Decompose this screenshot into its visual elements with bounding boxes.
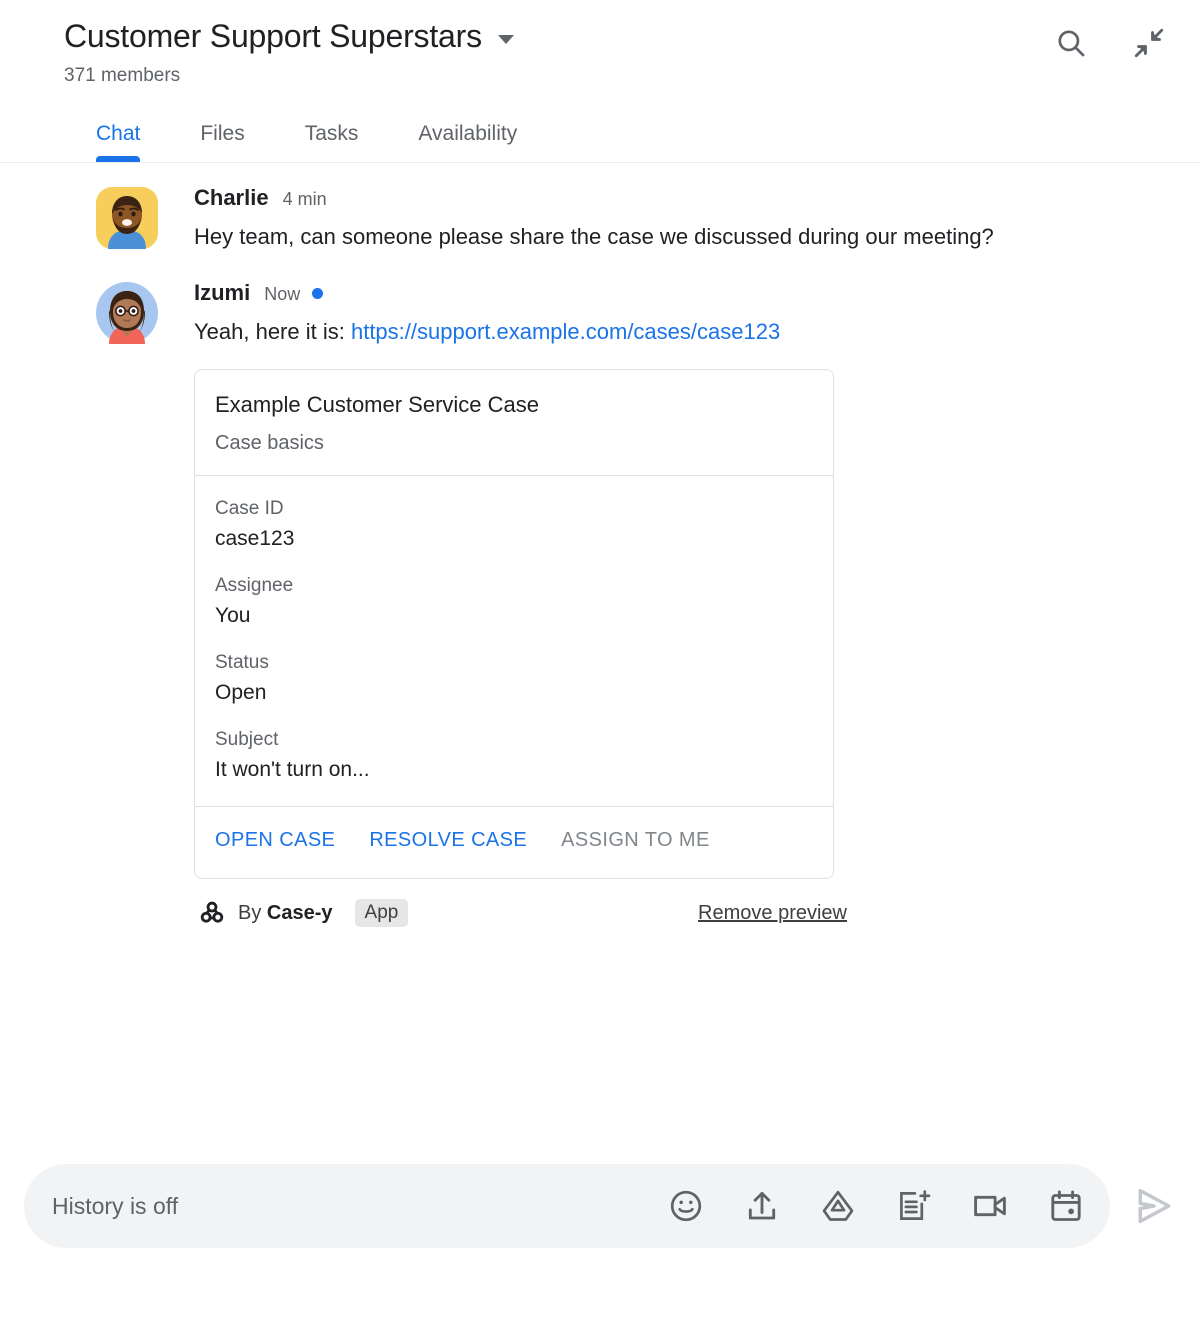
webhook-app-icon — [200, 902, 224, 924]
upload-icon[interactable] — [744, 1188, 780, 1224]
tab-availability[interactable]: Availability — [418, 122, 517, 162]
chevron-down-icon[interactable] — [497, 35, 514, 44]
message-item: Izumi Now Yeah, here it is: https://supp… — [0, 280, 1176, 928]
field-label: Subject — [215, 729, 279, 751]
attribution-text: By Case-y — [238, 902, 333, 925]
attribution-by-label: By — [238, 901, 262, 924]
field-value: You — [215, 604, 251, 628]
header-actions — [1054, 26, 1166, 60]
field-value: It won't turn on... — [215, 758, 370, 782]
chat-header: Customer Support Superstars 371 members — [0, 0, 1200, 87]
google-drive-icon[interactable] — [820, 1188, 856, 1224]
message-text: Hey team, can someone please share the c… — [194, 224, 994, 249]
emoji-icon[interactable] — [668, 1188, 704, 1224]
tab-chat[interactable]: Chat — [96, 122, 141, 162]
new-document-icon[interactable] — [896, 1188, 932, 1224]
card-subtitle: Case basics — [215, 432, 324, 455]
field-label: Assignee — [215, 575, 294, 597]
video-call-icon[interactable] — [972, 1188, 1008, 1224]
field-label: Status — [215, 652, 269, 674]
avatar[interactable] — [96, 187, 158, 249]
message-meta: Izumi Now — [194, 280, 1176, 306]
message-meta: Charlie 4 min — [194, 185, 1176, 211]
field-status: Status Open — [215, 652, 813, 705]
unread-dot — [312, 287, 324, 299]
card-body: Case ID case123 Assignee You Status Open… — [195, 476, 833, 808]
message-timestamp: Now — [264, 284, 301, 305]
field-subject: Subject It won't turn on... — [215, 729, 813, 782]
message-body: Izumi Now Yeah, here it is: https://supp… — [194, 280, 1176, 928]
member-count: 371 members — [64, 65, 181, 86]
case-preview-card: Example Customer Service Case Case basic… — [194, 369, 834, 880]
message-body: Charlie 4 min Hey team, can someone plea… — [194, 185, 1176, 252]
message-text-prefix: Yeah, here it is: — [194, 319, 351, 345]
compose-icons — [668, 1188, 1084, 1224]
card-title: Example Customer Service Case — [215, 392, 540, 418]
card-header: Example Customer Service Case Case basic… — [195, 370, 833, 477]
title-row: Customer Support Superstars — [64, 18, 1176, 55]
card-actions: OPEN CASE RESOLVE CASE ASSIGN TO ME — [195, 807, 833, 878]
tab-tasks[interactable]: Tasks — [305, 122, 359, 162]
field-value: case123 — [215, 527, 295, 551]
tab-files[interactable]: Files — [200, 122, 244, 162]
calendar-icon[interactable] — [1048, 1188, 1084, 1224]
compose-bar[interactable]: History is off — [24, 1164, 1110, 1248]
message-sender: Charlie — [194, 185, 269, 210]
message-text: Yeah, here it is: https://support.exampl… — [194, 316, 1084, 347]
search-icon[interactable] — [1054, 26, 1088, 60]
assign-to-me-button[interactable]: ASSIGN TO ME — [561, 829, 710, 852]
message-item: Charlie 4 min Hey team, can someone plea… — [0, 185, 1176, 252]
message-timestamp: 4 min — [282, 189, 327, 209]
open-case-button[interactable]: OPEN CASE — [215, 829, 335, 852]
send-button[interactable] — [1132, 1184, 1176, 1228]
resolve-case-button[interactable]: RESOLVE CASE — [369, 829, 527, 852]
field-assignee: Assignee You — [215, 575, 813, 628]
message-list: Charlie 4 min Hey team, can someone plea… — [0, 163, 1200, 928]
compose-area: History is off — [24, 1164, 1176, 1248]
collapse-icon[interactable] — [1132, 26, 1166, 60]
card-attribution: By Case-y App Remove preview — [194, 899, 847, 928]
case-link[interactable]: https://support.example.com/cases/case12… — [351, 319, 780, 344]
avatar[interactable] — [96, 282, 158, 345]
tab-bar: Chat Files Tasks Availability — [0, 109, 1200, 163]
message-sender: Izumi — [194, 280, 251, 306]
field-label: Case ID — [215, 498, 284, 520]
page-title: Customer Support Superstars — [64, 18, 482, 54]
app-badge: App — [354, 899, 409, 928]
remove-preview-link[interactable]: Remove preview — [698, 902, 847, 925]
attribution-left: By Case-y App — [198, 899, 409, 928]
message-input[interactable]: History is off — [52, 1193, 668, 1220]
field-value: Open — [215, 681, 267, 705]
field-case-id: Case ID case123 — [215, 498, 813, 551]
attribution-app-name: Case-y — [266, 901, 333, 924]
